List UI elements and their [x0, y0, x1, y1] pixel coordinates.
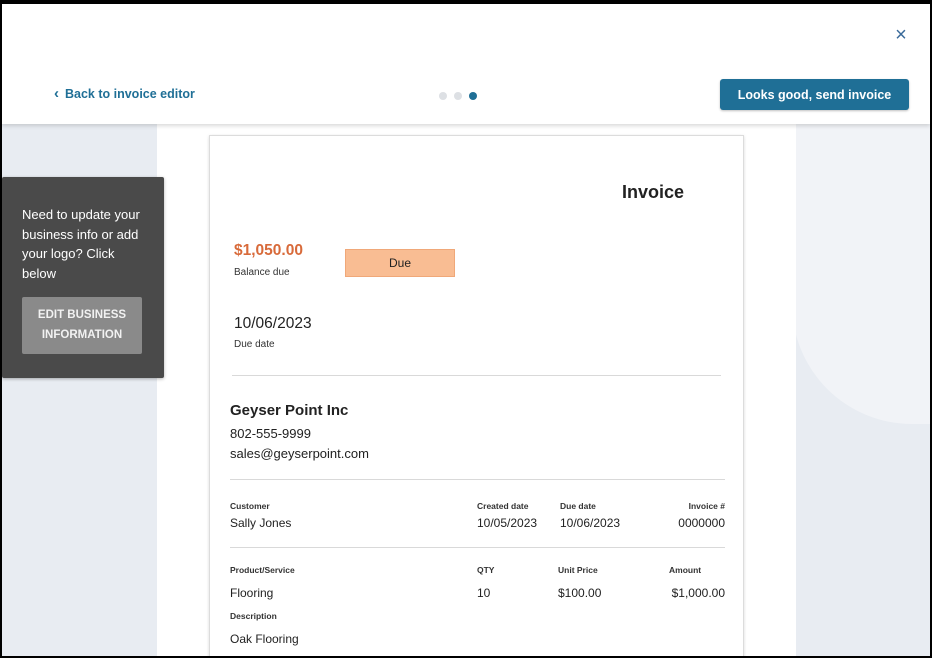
back-link-label: Back to invoice editor — [65, 87, 195, 101]
line-item-product: Flooring — [230, 586, 274, 600]
background-shape — [792, 124, 930, 424]
step-dot-2 — [454, 92, 462, 100]
created-date-value: 10/05/2023 — [477, 516, 538, 530]
column-header-product: Product/Service — [230, 565, 295, 575]
divider — [230, 547, 725, 548]
divider — [232, 375, 721, 376]
business-phone: 802-555-9999 — [230, 426, 311, 441]
line-item-qty: 10 — [477, 586, 491, 600]
balance-due-amount: $1,050.00 — [234, 242, 303, 259]
invoice-preview: Invoice $1,050.00 Balance due Due 10/06/… — [209, 135, 744, 656]
meta-due-date-value: 10/06/2023 — [560, 516, 621, 530]
invoice-number-value: 0000000 — [678, 516, 725, 530]
app-frame: × ‹ Back to invoice editor Looks good, s… — [2, 4, 930, 656]
tooltip-text: Need to update your business info or add… — [22, 207, 140, 281]
column-header-unit-price: Unit Price — [558, 565, 598, 575]
line-item-unit-price: $100.00 — [558, 586, 602, 600]
due-date-label: Due date — [234, 339, 275, 350]
customer-label: Customer — [230, 501, 270, 511]
column-header-qty: QTY — [477, 565, 495, 575]
divider — [230, 479, 725, 480]
business-name: Geyser Point Inc — [230, 402, 349, 419]
close-icon[interactable]: × — [890, 24, 912, 46]
invoice-title: Invoice — [622, 182, 685, 202]
due-date-value: 10/06/2023 — [234, 315, 312, 332]
step-dot-3-active — [469, 92, 477, 100]
description-label: Description — [230, 611, 277, 621]
invoice-number-label: Invoice # — [688, 501, 725, 511]
top-bar: × ‹ Back to invoice editor Looks good, s… — [2, 4, 930, 124]
line-item-description: Oak Flooring — [230, 632, 299, 646]
step-dot-1 — [439, 92, 447, 100]
chevron-left-icon: ‹ — [54, 85, 59, 102]
created-date-label: Created date — [477, 501, 529, 511]
customer-value: Sally Jones — [230, 516, 292, 530]
meta-due-date-label: Due date — [560, 501, 596, 511]
send-invoice-button[interactable]: Looks good, send invoice — [720, 79, 909, 110]
edit-business-information-button[interactable]: EDIT BUSINESS INFORMATION — [22, 297, 142, 354]
status-badge: Due — [345, 249, 455, 277]
step-indicator — [439, 92, 477, 100]
line-item-amount: $1,000.00 — [671, 586, 725, 600]
back-to-editor-link[interactable]: ‹ Back to invoice editor — [54, 86, 195, 102]
business-email: sales@geyserpoint.com — [230, 446, 369, 461]
column-header-amount: Amount — [669, 565, 702, 575]
balance-due-label: Balance due — [234, 267, 290, 278]
edit-business-tooltip: Need to update your business info or add… — [2, 177, 164, 378]
